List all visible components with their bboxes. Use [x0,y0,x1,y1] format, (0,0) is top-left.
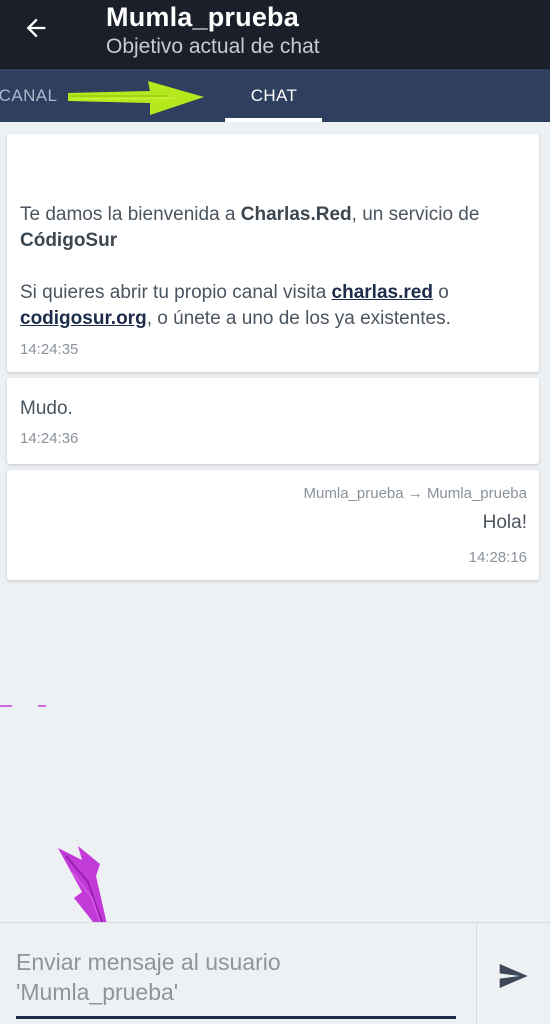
page-title: Mumla_prueba [106,2,299,32]
send-icon [499,964,528,988]
welcome-text: Te damos la bienvenida a Charlas.Red, un… [20,204,480,251]
message-text: Hola! [482,512,527,533]
message-card-private: Mumla_prueba → Mumla_prueba Hola! 14:28:… [7,470,539,580]
invite-text: Si quieres abrir tu propio canal visita … [20,282,451,329]
message-input[interactable]: Enviar mensaje al usuario 'Mumla_prueba' [16,945,456,1019]
message-card-welcome: Te damos la bienvenida a Charlas.Red, un… [7,134,539,372]
codigosur-bold: CódigoSur [20,230,118,251]
charlas-red-link[interactable]: charlas.red [332,282,433,303]
purple-dash-annotation [0,705,46,707]
codigosur-link[interactable]: codigosur.org [20,308,147,329]
message-list[interactable]: Te damos la bienvenida a Charlas.Red, un… [0,122,550,920]
page-subtitle: Objetivo actual de chat [106,35,320,58]
tab-chat[interactable]: CHAT [226,69,322,123]
green-arrow-annotation [68,81,204,115]
back-button[interactable] [14,10,58,46]
charlas-red-bold: Charlas.Red [240,204,352,225]
composer-divider [476,923,477,1024]
message-text: Mudo. [20,398,73,419]
message-timestamp: 14:24:35 [20,341,79,358]
message-card-mudo: Mudo. 14:24:36 [7,378,539,464]
arrow-left-icon [26,18,46,38]
message-timestamp: 14:28:16 [468,549,527,566]
message-composer: Enviar mensaje al usuario 'Mumla_prueba' [0,922,550,1024]
app-bar: Mumla_prueba Objetivo actual de chat [0,0,550,68]
tab-bar: CANAL CHAT [0,68,550,122]
tab-canal[interactable]: CANAL [0,69,60,123]
message-route: Mumla_prueba → Mumla_prueba [303,485,527,502]
message-timestamp: 14:24:36 [20,430,79,447]
send-button[interactable] [488,951,538,1001]
